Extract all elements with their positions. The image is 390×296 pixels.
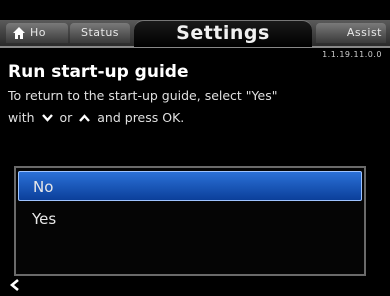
page-title: Run start-up guide xyxy=(8,62,189,82)
option-no[interactable]: No xyxy=(18,171,362,201)
home-icon xyxy=(13,27,25,39)
tab-bar: Ho Status Settings Assist xyxy=(0,20,390,48)
description-end: and press OK. xyxy=(97,110,185,125)
version-label: 1.1.19.11.0.0 xyxy=(322,50,382,59)
chevron-down-icon xyxy=(41,114,53,122)
description-line2: with or and press OK. xyxy=(8,107,378,129)
option-yes[interactable]: Yes xyxy=(18,204,362,234)
tab-home-label: Ho xyxy=(30,26,47,39)
tab-assist[interactable]: Assist xyxy=(316,23,386,43)
tab-status[interactable]: Status xyxy=(70,23,130,43)
description-with: with xyxy=(8,110,35,125)
option-list: No Yes xyxy=(14,166,366,276)
tab-home[interactable]: Ho xyxy=(6,23,68,43)
description: To return to the start-up guide, select … xyxy=(8,85,378,129)
description-line1: To return to the start-up guide, select … xyxy=(8,88,278,103)
tab-settings[interactable]: Settings xyxy=(134,20,312,47)
chevron-up-icon xyxy=(79,114,91,122)
screen: Ho Status Settings Assist 1.1.19.11.0.0 … xyxy=(0,0,390,296)
description-or: or xyxy=(59,110,73,125)
back-arrow-icon[interactable] xyxy=(8,278,22,292)
